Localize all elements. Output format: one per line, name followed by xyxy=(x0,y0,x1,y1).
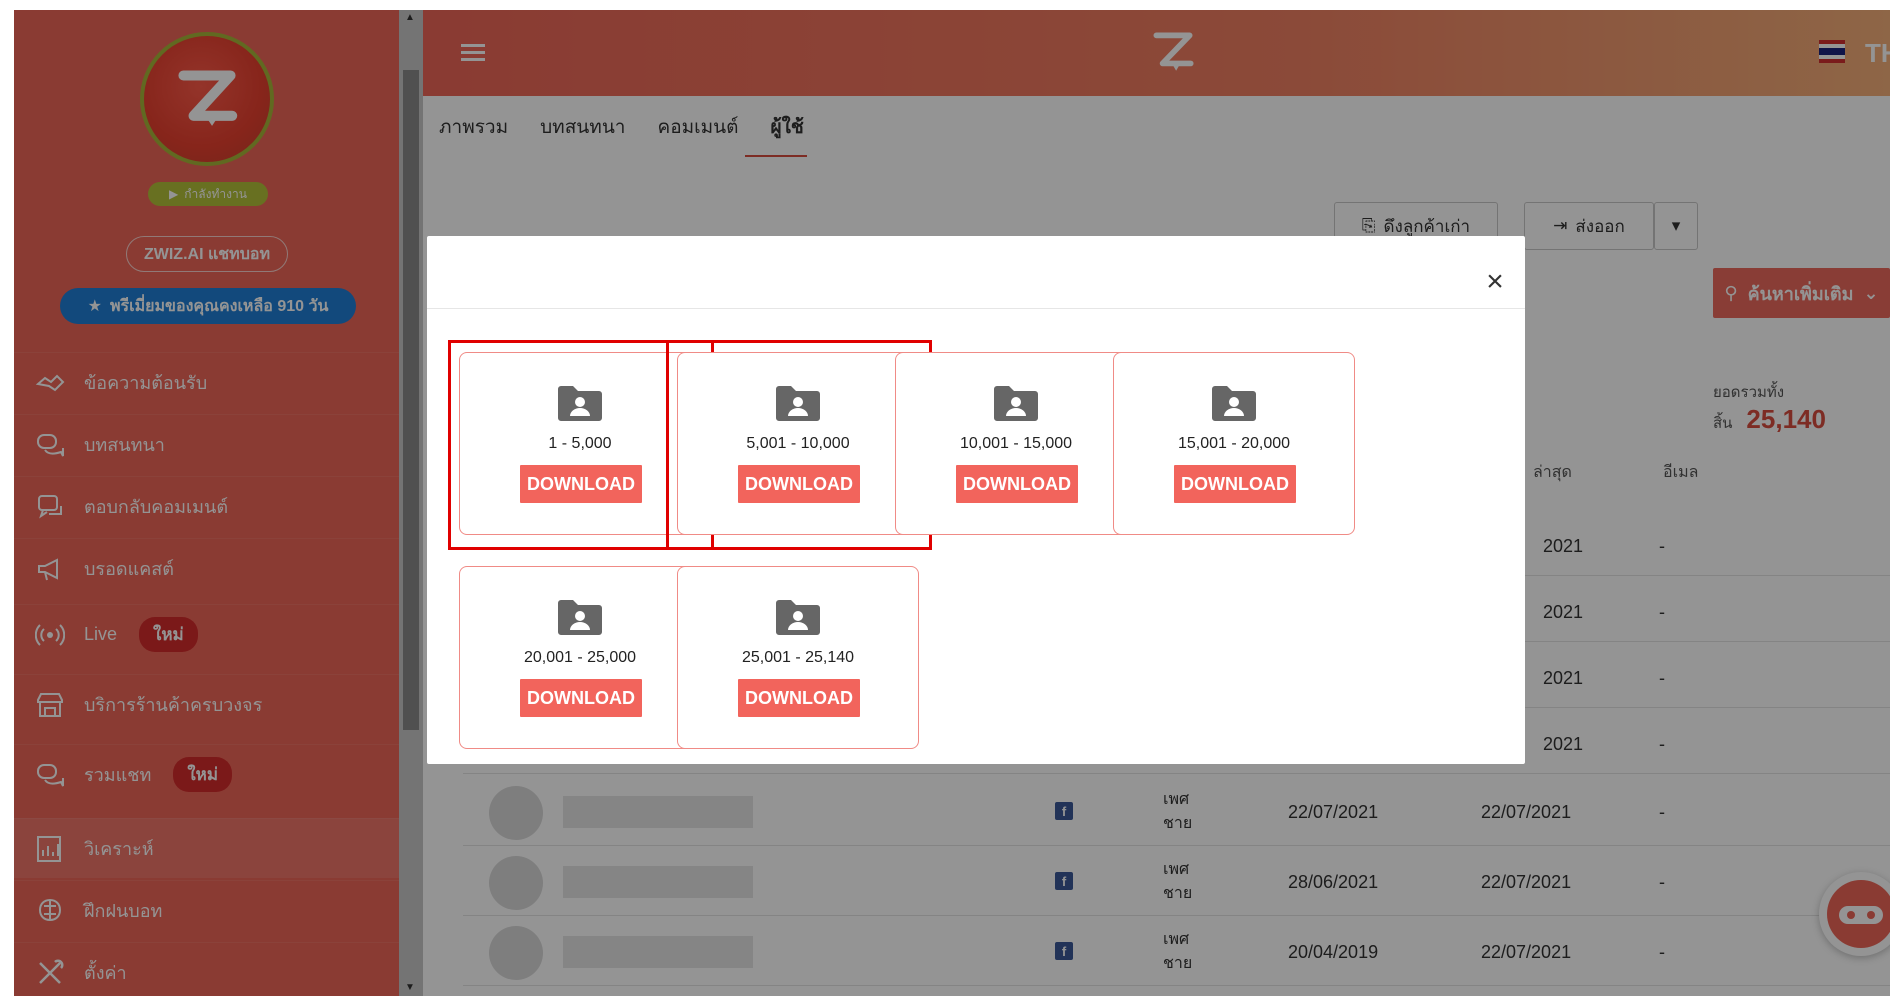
download-button[interactable]: DOWNLOAD xyxy=(738,679,860,717)
range-label: 5,001 - 10,000 xyxy=(746,435,850,452)
user-folder-icon xyxy=(992,383,1040,423)
user-folder-icon xyxy=(556,597,604,637)
range-label: 25,001 - 25,140 xyxy=(741,649,855,666)
close-icon[interactable]: × xyxy=(1479,265,1511,298)
download-card: 20,001 - 25,000 DOWNLOAD xyxy=(459,566,701,749)
download-button[interactable]: DOWNLOAD xyxy=(520,679,642,717)
range-label: 1 - 5,000 xyxy=(548,435,612,452)
range-label: 10,001 - 15,000 xyxy=(959,435,1073,452)
download-card: 1 - 5,000 DOWNLOAD xyxy=(459,352,701,535)
download-button[interactable]: DOWNLOAD xyxy=(1174,465,1296,503)
user-folder-icon xyxy=(774,383,822,423)
user-folder-icon xyxy=(556,383,604,423)
modal-divider xyxy=(427,308,1525,309)
download-card: 10,001 - 15,000 DOWNLOAD xyxy=(895,352,1137,535)
app-window: ▶ กำลังทำงาน ZWIZ.AI แชทบอท ★ พรีเมี่ยมข… xyxy=(14,10,1890,996)
download-button[interactable]: DOWNLOAD xyxy=(520,465,642,503)
range-label: 20,001 - 25,000 xyxy=(523,649,637,666)
download-button[interactable]: DOWNLOAD xyxy=(956,465,1078,503)
download-button[interactable]: DOWNLOAD xyxy=(738,465,860,503)
download-card: 15,001 - 20,000 DOWNLOAD xyxy=(1113,352,1355,535)
user-folder-icon xyxy=(774,597,822,637)
download-card: 5,001 - 10,000 DOWNLOAD xyxy=(677,352,919,535)
range-label: 15,001 - 20,000 xyxy=(1177,435,1291,452)
modal-backdrop[interactable]: × 1 - 5,000 DOWNLOAD 5,001 - 10,000 DOWNLOA… xyxy=(14,10,1890,996)
download-card: 25,001 - 25,140 DOWNLOAD xyxy=(677,566,919,749)
user-folder-icon xyxy=(1210,383,1258,423)
download-modal: × 1 - 5,000 DOWNLOAD 5,001 - 10,000 DOWNLOA… xyxy=(427,236,1525,764)
